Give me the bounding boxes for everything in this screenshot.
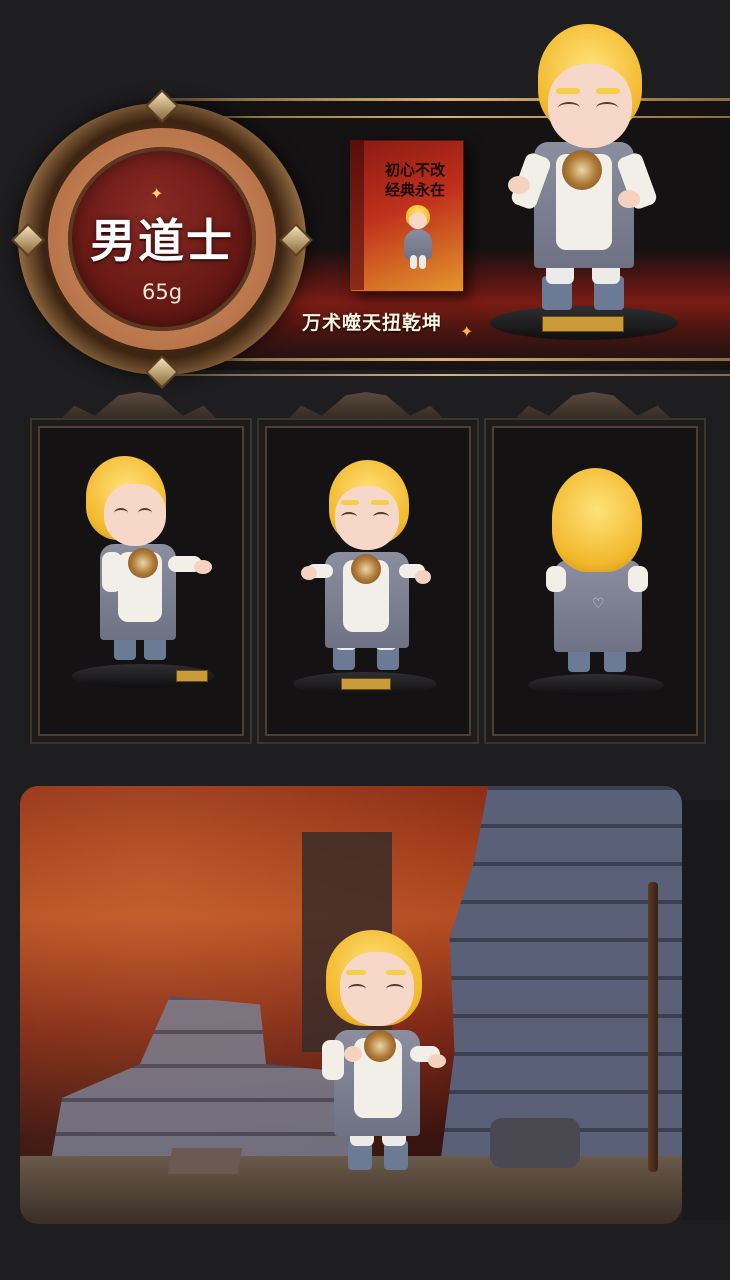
scene-plank xyxy=(167,1148,243,1174)
product-box-text: 初心不改 经典永在 xyxy=(384,161,445,199)
scene-figure-image xyxy=(310,930,450,1182)
figure-weight: 65g xyxy=(141,280,183,304)
hero-figure-image xyxy=(490,24,690,344)
scene-wooden-staff xyxy=(648,882,658,1172)
box-figure-image xyxy=(398,205,438,275)
sparkle-icon: ✦ xyxy=(150,184,164,203)
sparkle-icon: ✦ xyxy=(460,322,474,341)
heart-icon: ♡ xyxy=(592,596,605,612)
back-view-figure-image: ♡ xyxy=(524,468,674,700)
banner-slogan: 万术噬天扭乾坤 xyxy=(302,312,443,334)
character-title: 男道士 xyxy=(90,214,234,268)
page-edge xyxy=(682,800,730,1220)
scene-rock xyxy=(490,1118,580,1168)
diorama-scene xyxy=(20,786,682,1224)
product-box-side xyxy=(350,140,364,290)
view-panel-front xyxy=(257,418,479,744)
banner-bottom-border xyxy=(160,358,730,361)
banner-bottom-border-inner xyxy=(160,374,730,376)
side-view-figure-image xyxy=(70,456,220,696)
view-panel-side xyxy=(30,418,252,744)
front-view-figure-image xyxy=(293,460,443,700)
view-panel-back: ♡ xyxy=(484,418,706,744)
